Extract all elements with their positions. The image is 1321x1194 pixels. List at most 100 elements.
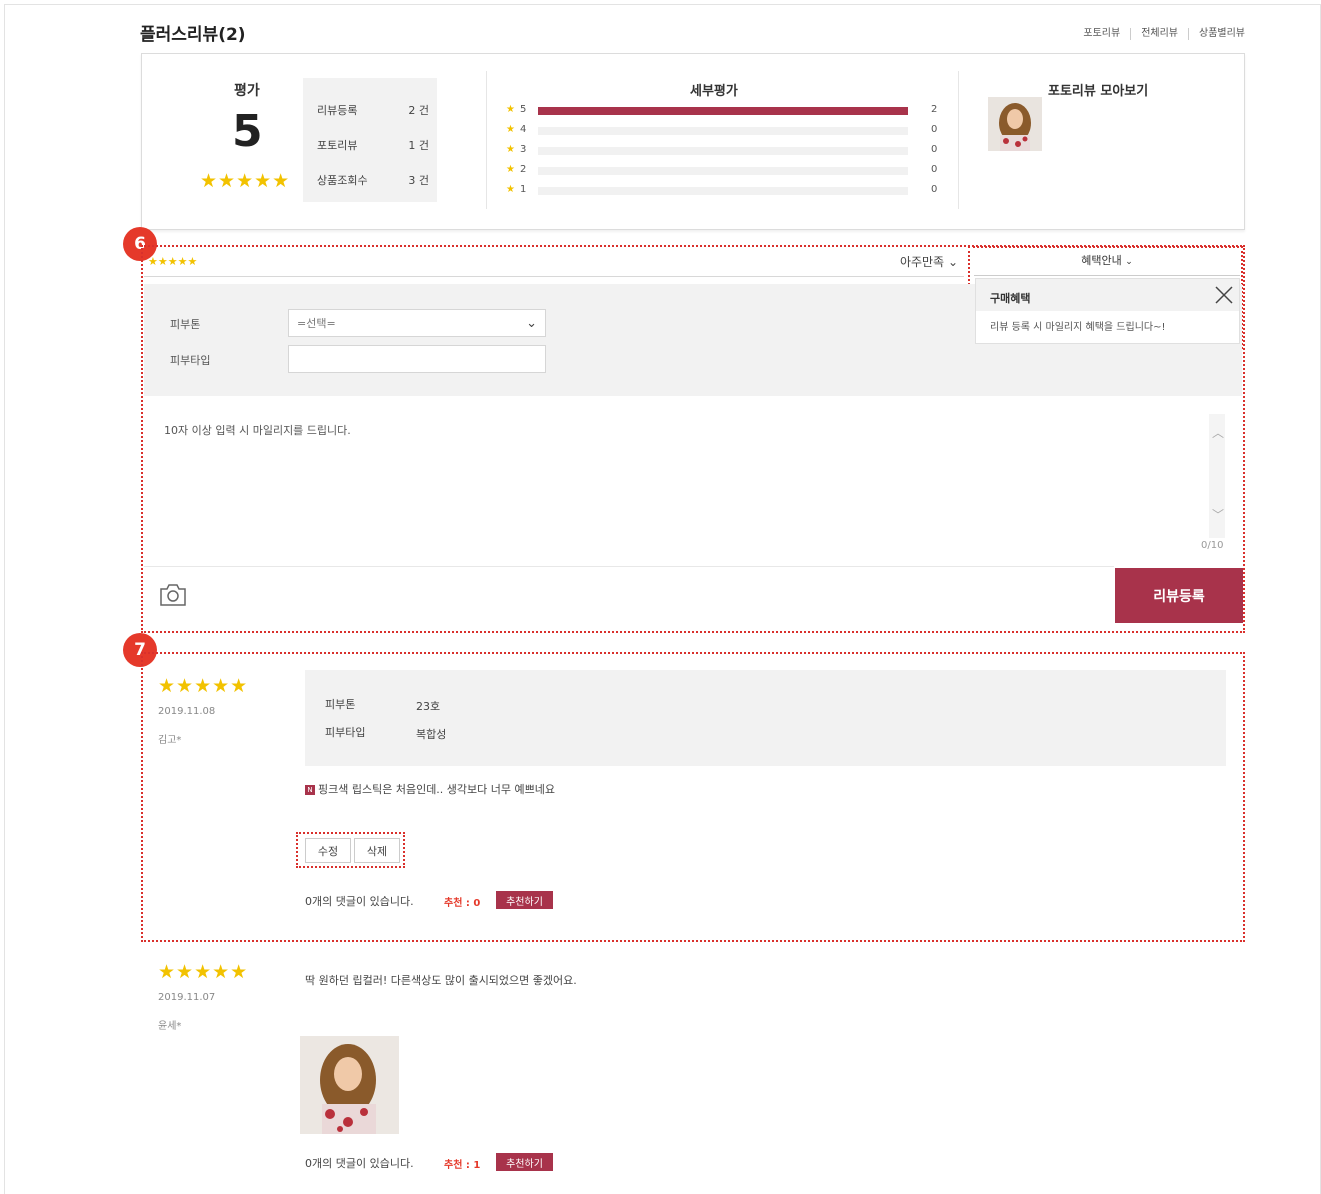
divider: [486, 71, 487, 209]
rating-bar-track: [538, 147, 908, 155]
rating-label: 평가: [234, 83, 260, 99]
review-text: 딱 원하던 립컬러! 다른색상도 많이 출시되었으면 좋겠어요.: [305, 974, 577, 987]
product-review-link[interactable]: 상품별리뷰: [1189, 28, 1245, 40]
rating-bar-star: 3: [520, 144, 527, 155]
review-filter-links: 포토리뷰 전체리뷰 상품별리뷰: [1073, 28, 1245, 40]
recommend-button[interactable]: 추천하기: [496, 1153, 553, 1171]
rating-bar-count: 0: [931, 144, 938, 155]
review-date: 2019.11.08: [158, 706, 216, 717]
rating-bar-count: 0: [931, 184, 938, 195]
submit-review-button[interactable]: 리뷰등록: [1115, 568, 1243, 623]
chevron-down-icon: ⌄: [526, 315, 537, 331]
stat-value: 1 건: [408, 139, 429, 152]
rating-bar-count: 0: [931, 164, 938, 175]
chevron-down-icon: ⌄: [947, 255, 958, 269]
skin-tone-value: =선택=: [297, 317, 336, 330]
stat-row: 상품조회수 3 건: [317, 172, 429, 188]
recommend-count: 추천 : 1: [444, 1160, 481, 1171]
close-icon[interactable]: [1214, 285, 1234, 309]
star-icon: ★: [506, 144, 515, 155]
rating-bar-star: 1: [520, 184, 527, 195]
rating-select-row: ★★★★★ 아주만족 ⌄: [144, 250, 964, 277]
review-date: 2019.11.07: [158, 992, 216, 1003]
star-icon: ★: [506, 184, 515, 195]
rating-bar-row: ★ 1 0: [506, 184, 938, 198]
benefit-title: 구매혜택: [976, 279, 1239, 311]
form-rating-stars[interactable]: ★★★★★: [148, 255, 197, 268]
review-textarea-placeholder: 10자 이상 입력 시 마일리지를 드립니다.: [164, 424, 351, 437]
page-title: 플러스리뷰(2): [140, 25, 246, 45]
satisfaction-select[interactable]: 아주만족 ⌄: [900, 253, 958, 270]
rating-bar-track: [538, 107, 908, 115]
star-icon: ★: [506, 104, 515, 115]
delete-button[interactable]: 삭제: [354, 838, 400, 863]
review-stars: ★★★★★: [158, 675, 249, 697]
rating-bar-row: ★ 5 2: [506, 104, 938, 118]
skin-type-input[interactable]: [288, 345, 546, 373]
rating-bar-fill: [538, 107, 908, 115]
photo-review-thumbnail[interactable]: [988, 97, 1042, 151]
skin-type-label: 피부타입: [170, 354, 211, 367]
review-text-row: N 핑크색 립스틱은 처음인데.. 생각보다 너무 예쁘네요: [305, 781, 555, 797]
satisfaction-value: 아주만족: [899, 255, 945, 269]
scroll-up-icon[interactable]: ︿: [1212, 424, 1224, 441]
rating-bar-track: [538, 167, 908, 175]
stat-label: 상품조회수: [317, 174, 368, 187]
benefit-panel: 구매혜택 리뷰 등록 시 마일리지 혜택을 드립니다~!: [975, 278, 1240, 344]
photo-review-link[interactable]: 포토리뷰: [1073, 28, 1132, 40]
review-textarea[interactable]: 10자 이상 입력 시 마일리지를 드립니다.: [148, 406, 1228, 556]
option-label: 피부톤: [325, 698, 356, 711]
review-text: 핑크색 립스틱은 처음인데.. 생각보다 너무 예쁘네요: [318, 783, 555, 796]
benefit-head-label: 혜택안내: [1081, 254, 1122, 267]
review-stats: 리뷰등록 2 건 포토리뷰 1 건 상품조회수 3 건: [303, 78, 437, 202]
rating-bar-row: ★ 2 0: [506, 164, 938, 178]
rating-bar-star: 4: [520, 124, 527, 135]
stat-value: 3 건: [408, 174, 429, 187]
all-review-link[interactable]: 전체리뷰: [1131, 28, 1189, 40]
skin-tone-select[interactable]: =선택= ⌄: [288, 309, 546, 337]
char-counter: 0/10: [1201, 540, 1224, 551]
rating-bar-track: [538, 187, 908, 195]
option-value: 23호: [416, 700, 441, 713]
photo-review-gallery-label: 포토리뷰 모아보기: [1048, 84, 1149, 99]
benefit-body: 리뷰 등록 시 마일리지 혜택을 드립니다~!: [990, 322, 1166, 333]
rating-bar-star: 5: [520, 104, 527, 115]
comment-count[interactable]: 0개의 댓글이 있습니다.: [305, 893, 414, 909]
rating-bar-star: 2: [520, 164, 527, 175]
review-photo[interactable]: [300, 1036, 399, 1134]
option-label: 피부타입: [325, 726, 366, 739]
stat-row: 포토리뷰 1 건: [317, 137, 429, 153]
divider: [958, 71, 959, 209]
scroll-down-icon[interactable]: ﹀: [1212, 506, 1224, 523]
camera-icon[interactable]: [158, 583, 188, 611]
review-author: 윤세*: [158, 1021, 182, 1032]
rating-value: 5: [232, 106, 263, 157]
recommend-button[interactable]: 추천하기: [496, 891, 553, 909]
form-toolbar: [144, 566, 1114, 623]
review-author: 김고*: [158, 735, 182, 746]
skin-tone-label: 피부톤: [170, 318, 201, 331]
star-icon: ★: [506, 164, 515, 175]
rating-bar-count: 0: [931, 124, 938, 135]
option-value: 복합성: [416, 728, 447, 741]
chevron-down-icon: ⌄: [1125, 257, 1133, 267]
stat-row: 리뷰등록 2 건: [317, 102, 429, 118]
review-summary: 평가 5 ★★★★★ 리뷰등록 2 건 포토리뷰 1 건 상품조회수 3 건 세부평가…: [141, 53, 1245, 230]
recommend-count: 추천 : 0: [444, 898, 481, 909]
rating-bar-count: 2: [931, 104, 938, 115]
stat-label: 리뷰등록: [317, 104, 358, 117]
new-badge: N: [305, 785, 315, 795]
textarea-scrollbar[interactable]: ︿ ﹀: [1209, 414, 1225, 538]
benefit-toggle[interactable]: 혜택안내 ⌄: [974, 250, 1240, 276]
star-icon: ★: [506, 124, 515, 135]
rating-bar-row: ★ 3 0: [506, 144, 938, 158]
rating-stars: ★★★★★: [200, 170, 291, 192]
rating-bar-row: ★ 4 0: [506, 124, 938, 138]
stat-label: 포토리뷰: [317, 139, 358, 152]
review-stars: ★★★★★: [158, 961, 249, 983]
comment-count[interactable]: 0개의 댓글이 있습니다.: [305, 1155, 414, 1171]
stat-value: 2 건: [408, 104, 429, 117]
detail-rating-label: 세부평가: [690, 84, 738, 99]
edit-button[interactable]: 수정: [305, 838, 351, 863]
review-options: 피부톤 23호 피부타입 복합성: [305, 670, 1226, 766]
